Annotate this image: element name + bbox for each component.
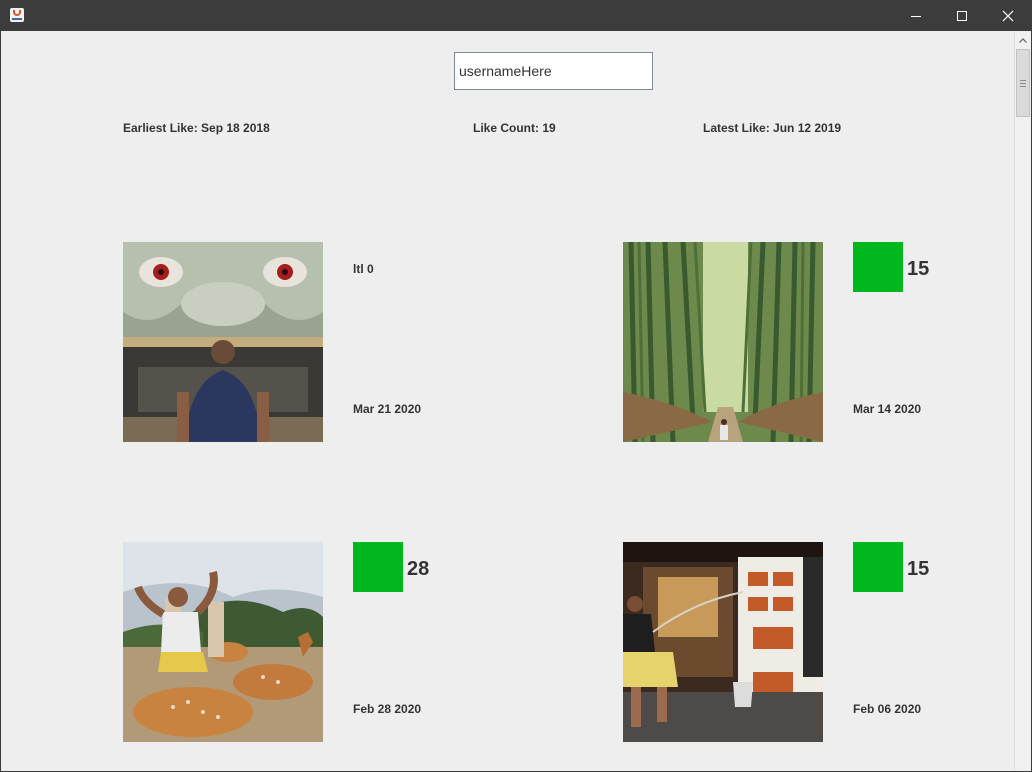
maximize-button[interactable]	[939, 1, 985, 31]
like-color-swatch	[853, 242, 903, 292]
minimize-button[interactable]	[893, 1, 939, 31]
minimize-icon	[911, 16, 921, 17]
close-button[interactable]	[985, 1, 1031, 31]
chevron-up-icon	[1019, 38, 1027, 43]
like-count-value: 28	[407, 558, 430, 580]
post-date: Feb 06 2020	[853, 702, 922, 716]
grip-line	[1020, 86, 1026, 87]
grip-line	[1020, 83, 1026, 84]
post-photo[interactable]	[623, 542, 823, 742]
post-date: Mar 14 2020	[853, 402, 922, 416]
java-app-icon	[10, 8, 24, 22]
post-photo[interactable]	[123, 542, 323, 742]
earliest-like-label: Earliest Like: Sep 18 2018	[123, 121, 270, 135]
post-like-label: ltl 0	[353, 262, 374, 276]
latest-like-label: Latest Like: Jun 12 2019	[703, 121, 842, 135]
vertical-scrollbar[interactable]	[1014, 32, 1031, 771]
like-count-label: Like Count: 19	[473, 121, 556, 135]
content-panel: Earliest Like: Sep 18 2018 Like Count: 1…	[2, 32, 1014, 771]
post-photo[interactable]	[123, 242, 323, 442]
app-window: Earliest Like: Sep 18 2018 Like Count: 1…	[0, 0, 1032, 772]
scroll-thumb[interactable]	[1016, 49, 1030, 117]
grip-line	[1020, 80, 1026, 81]
like-color-swatch	[853, 542, 903, 592]
title-bar	[1, 1, 1031, 31]
post-date: Feb 28 2020	[353, 702, 422, 716]
maximize-icon	[957, 11, 967, 21]
post-photo[interactable]	[623, 242, 823, 442]
username-input[interactable]	[454, 52, 653, 90]
scroll-up-button[interactable]	[1015, 32, 1031, 49]
like-color-swatch	[353, 542, 403, 592]
like-count-value: 15	[907, 558, 930, 580]
post-date: Mar 21 2020	[353, 402, 422, 416]
like-count-value: 15	[907, 258, 930, 280]
close-icon	[1002, 10, 1014, 22]
